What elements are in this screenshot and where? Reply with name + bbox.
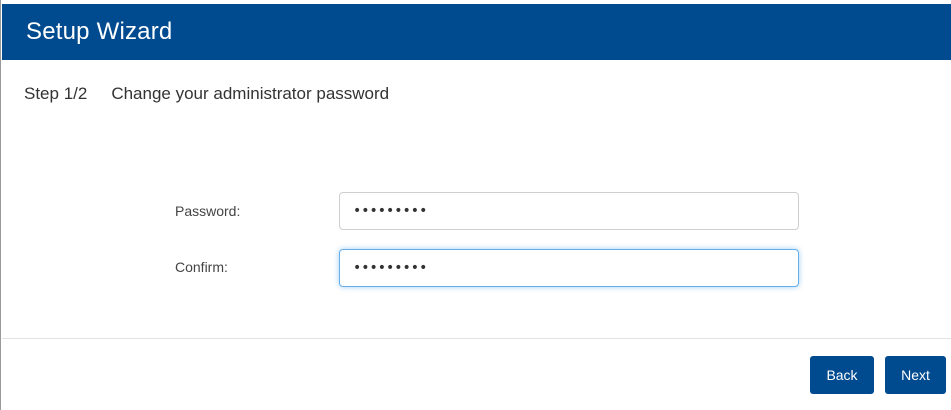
password-field[interactable]: [339, 192, 799, 230]
confirm-password-field[interactable]: [339, 249, 799, 287]
step-description: Change your administrator password: [111, 84, 390, 103]
wizard-header: Setup Wizard: [2, 4, 951, 60]
footer-divider: [2, 338, 951, 339]
back-button[interactable]: Back: [810, 356, 874, 394]
next-button[interactable]: Next: [885, 356, 946, 394]
password-label: Password:: [175, 203, 241, 219]
page-title: Setup Wizard: [26, 18, 173, 45]
step-indicator: Step 1/2 Change your administrator passwo…: [24, 84, 389, 104]
confirm-label: Confirm:: [175, 259, 228, 275]
setup-wizard-window: Setup Wizard Step 1/2 Change your adminis…: [0, 0, 951, 410]
step-number: Step 1/2: [24, 84, 88, 103]
